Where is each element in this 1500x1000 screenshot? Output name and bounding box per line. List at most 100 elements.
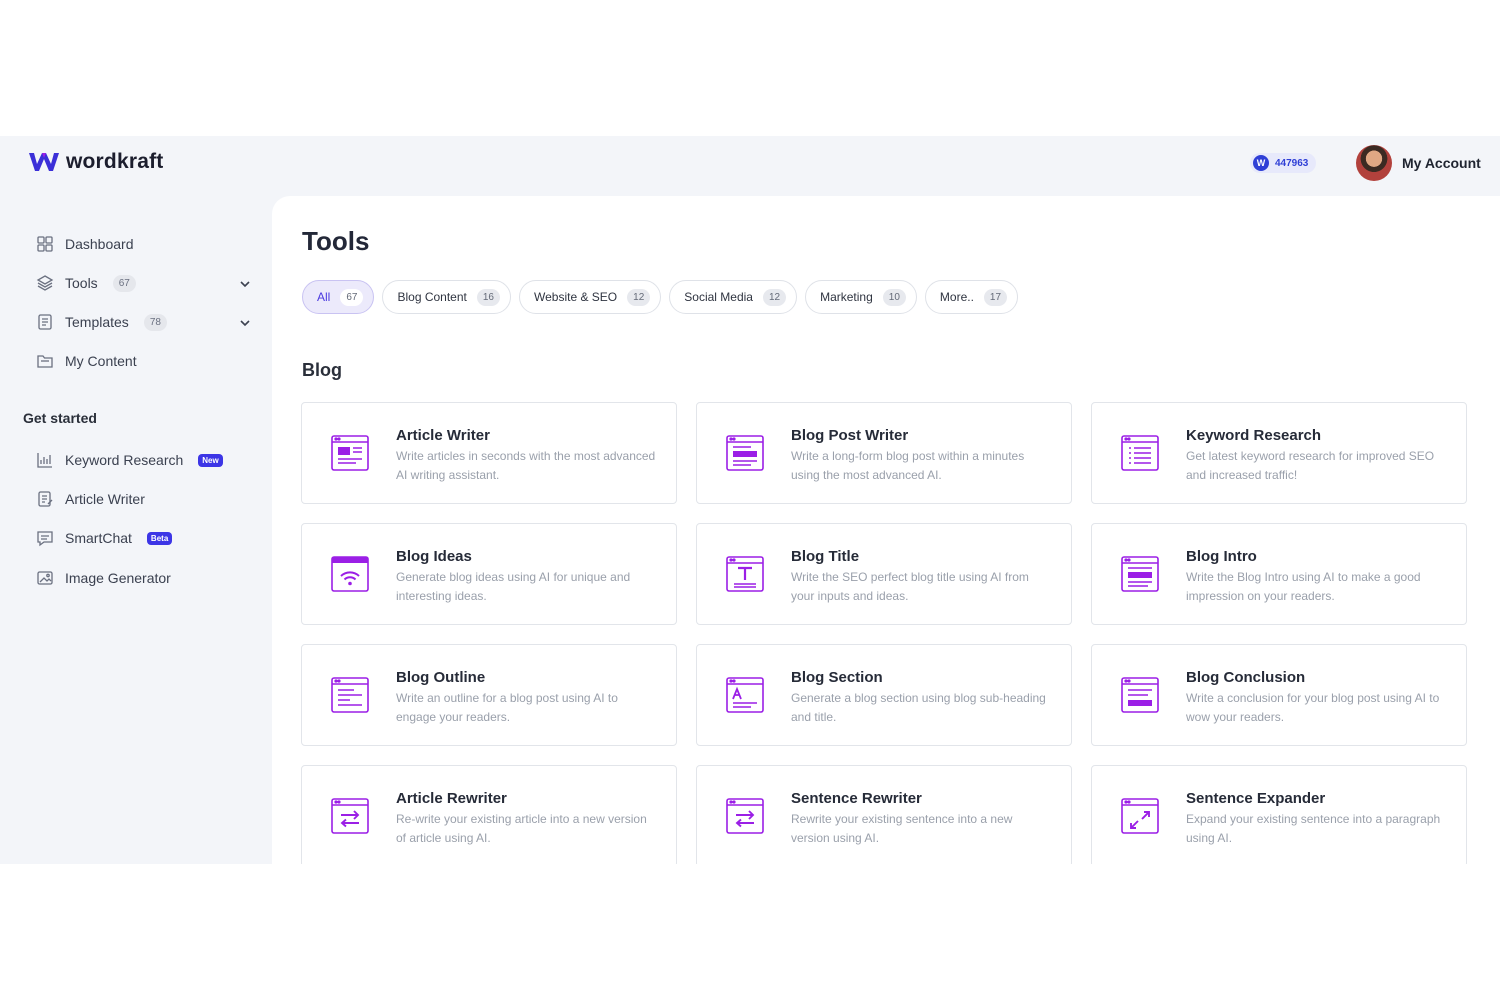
card-title: Blog Conclusion (1186, 669, 1306, 686)
card-desc: Write an outline for a blog post using A… (396, 691, 618, 724)
document-icon (38, 314, 52, 330)
logo-mark-icon (29, 153, 59, 171)
sidebar-item-label: Keyword Research (65, 452, 184, 468)
sidebar-item-label: Image Generator (65, 570, 171, 586)
tab-count: 16 (476, 288, 500, 306)
card-desc: Get latest keyword research for improved… (1186, 449, 1435, 482)
tool-card-blog-outline[interactable]: Blog Outline Write an outline for a blog… (301, 644, 677, 746)
sidebar-item-templates[interactable]: Templates 78 (36, 310, 167, 334)
card-title: Sentence Expander (1186, 790, 1326, 807)
edit-document-icon (38, 491, 53, 507)
tool-card-sentence-expander[interactable]: Sentence Expander Expand your existing s… (1091, 765, 1467, 864)
account-menu[interactable]: My Account (1356, 145, 1481, 181)
tab-count: 10 (882, 288, 906, 306)
card-title: Article Writer (396, 427, 490, 444)
sidebar-item-label: Dashboard (65, 236, 134, 252)
category-tabs: All 67 Blog Content 16 Website & SEO 12 … (302, 280, 1019, 314)
tool-card-blog-section[interactable]: Blog Section Generate a blog section usi… (696, 644, 1072, 746)
tool-card-grid: Article Writer Write articles in seconds… (301, 402, 1469, 864)
sidebar-item-label: Tools (65, 275, 98, 291)
tool-card-sentence-rewriter[interactable]: Sentence Rewriter Rewrite your existing … (696, 765, 1072, 864)
logo[interactable]: wordkraft (28, 150, 163, 174)
card-title: Keyword Research (1186, 427, 1322, 444)
tab-count: 67 (340, 288, 364, 306)
tab-label: Website & SEO (533, 290, 618, 304)
tool-card-blog-ideas[interactable]: Blog Ideas Generate blog ideas using AI … (301, 523, 677, 625)
sidebar-item-smartchat[interactable]: SmartChat Beta (36, 526, 173, 550)
tool-card-article-rewriter[interactable]: Article Rewriter Re-write your existing … (301, 765, 677, 864)
card-title: Blog Section (791, 669, 883, 686)
tab-count: 12 (762, 288, 787, 306)
wifi-icon (331, 556, 369, 592)
credits-icon: W (1253, 155, 1269, 171)
intro-icon (1121, 556, 1159, 592)
article-icon (331, 435, 369, 471)
credits-badge[interactable]: W 447963 (1250, 153, 1317, 173)
sidebar-item-image-generator[interactable]: Image Generator (36, 566, 171, 590)
card-title: Blog Intro (1186, 548, 1257, 565)
tab-label: All (317, 290, 331, 304)
conclusion-icon (1121, 677, 1159, 713)
sidebar-item-label: Article Writer (65, 491, 145, 507)
tab-count: 12 (627, 288, 651, 306)
account-label: My Account (1402, 155, 1481, 171)
card-desc: Re-write your existing article into a ne… (396, 812, 647, 845)
card-title: Sentence Rewriter (791, 790, 922, 807)
card-title: Blog Title (791, 548, 860, 565)
expand-icon (1121, 798, 1159, 834)
card-desc: Write articles in seconds with the most … (396, 449, 656, 482)
app-window: wordkraft W 447963 My Account Dashboard … (0, 136, 1500, 864)
sidebar-item-dashboard[interactable]: Dashboard (36, 232, 134, 256)
tab-label: Social Media (684, 290, 753, 304)
new-badge: New (198, 453, 223, 467)
sidebar-item-article-writer[interactable]: Article Writer (36, 487, 145, 511)
chevron-down-icon[interactable] (238, 277, 252, 291)
outline-icon (331, 677, 369, 713)
page-title: Tools (302, 226, 370, 256)
tool-card-keyword-research[interactable]: Keyword Research Get latest keyword rese… (1091, 402, 1467, 504)
card-desc: Rewrite your existing sentence into a ne… (791, 812, 1013, 845)
tab-label: Marketing (820, 290, 873, 304)
tool-card-blog-title[interactable]: Blog Title Write the SEO perfect blog ti… (696, 523, 1072, 625)
sidebar-item-my-content[interactable]: My Content (36, 349, 137, 373)
chevron-down-icon[interactable] (238, 316, 252, 330)
card-desc: Expand your existing sentence into a par… (1186, 812, 1441, 845)
avatar[interactable] (1356, 145, 1392, 181)
tab-website-seo[interactable]: Website & SEO 12 (518, 280, 662, 314)
tab-label: More.. (939, 290, 974, 304)
sidebar-item-label: SmartChat (65, 530, 132, 546)
title-icon (726, 556, 764, 592)
card-desc: Generate a blog section using blog sub-h… (791, 691, 1046, 724)
beta-badge: Beta (146, 531, 173, 545)
main-panel: Tools All 67 Blog Content 16 Website & S… (272, 196, 1500, 864)
tab-more[interactable]: More.. 17 (924, 280, 1019, 314)
swap-icon (331, 798, 369, 834)
tool-card-blog-post-writer[interactable]: Blog Post Writer Write a long-form blog … (696, 402, 1072, 504)
section-heading-blog: Blog (302, 360, 342, 380)
sidebar-item-keyword-research[interactable]: Keyword Research New (36, 448, 223, 472)
chat-icon (37, 531, 53, 547)
folder-icon (37, 355, 53, 368)
card-title: Blog Ideas (396, 548, 472, 565)
chart-icon (37, 453, 52, 468)
sidebar: Dashboard Tools 67 Templates 78 My Conte… (0, 196, 272, 864)
swap-icon (726, 798, 764, 834)
tool-card-blog-conclusion[interactable]: Blog Conclusion Write a conclusion for y… (1091, 644, 1467, 746)
blog-post-icon (726, 435, 764, 471)
tool-card-article-writer[interactable]: Article Writer Write articles in seconds… (301, 402, 677, 504)
tab-all[interactable]: All 67 (302, 280, 375, 314)
card-title: Article Rewriter (396, 790, 507, 807)
tab-blog-content[interactable]: Blog Content 16 (382, 280, 511, 314)
tab-social-media[interactable]: Social Media 12 (669, 280, 798, 314)
logo-text: wordkraft (66, 150, 164, 173)
list-icon (1121, 435, 1159, 471)
card-desc: Write the Blog Intro using AI to make a … (1186, 570, 1421, 603)
count-badge: 67 (112, 274, 136, 292)
credits-value: 447963 (1275, 157, 1309, 169)
tool-card-blog-intro[interactable]: Blog Intro Write the Blog Intro using AI… (1091, 523, 1467, 625)
card-desc: Write a long-form blog post within a min… (791, 449, 1025, 482)
sidebar-item-tools[interactable]: Tools 67 (36, 271, 136, 295)
sidebar-item-label: My Content (65, 353, 137, 369)
tab-marketing[interactable]: Marketing 10 (805, 280, 917, 314)
section-icon (726, 677, 764, 713)
